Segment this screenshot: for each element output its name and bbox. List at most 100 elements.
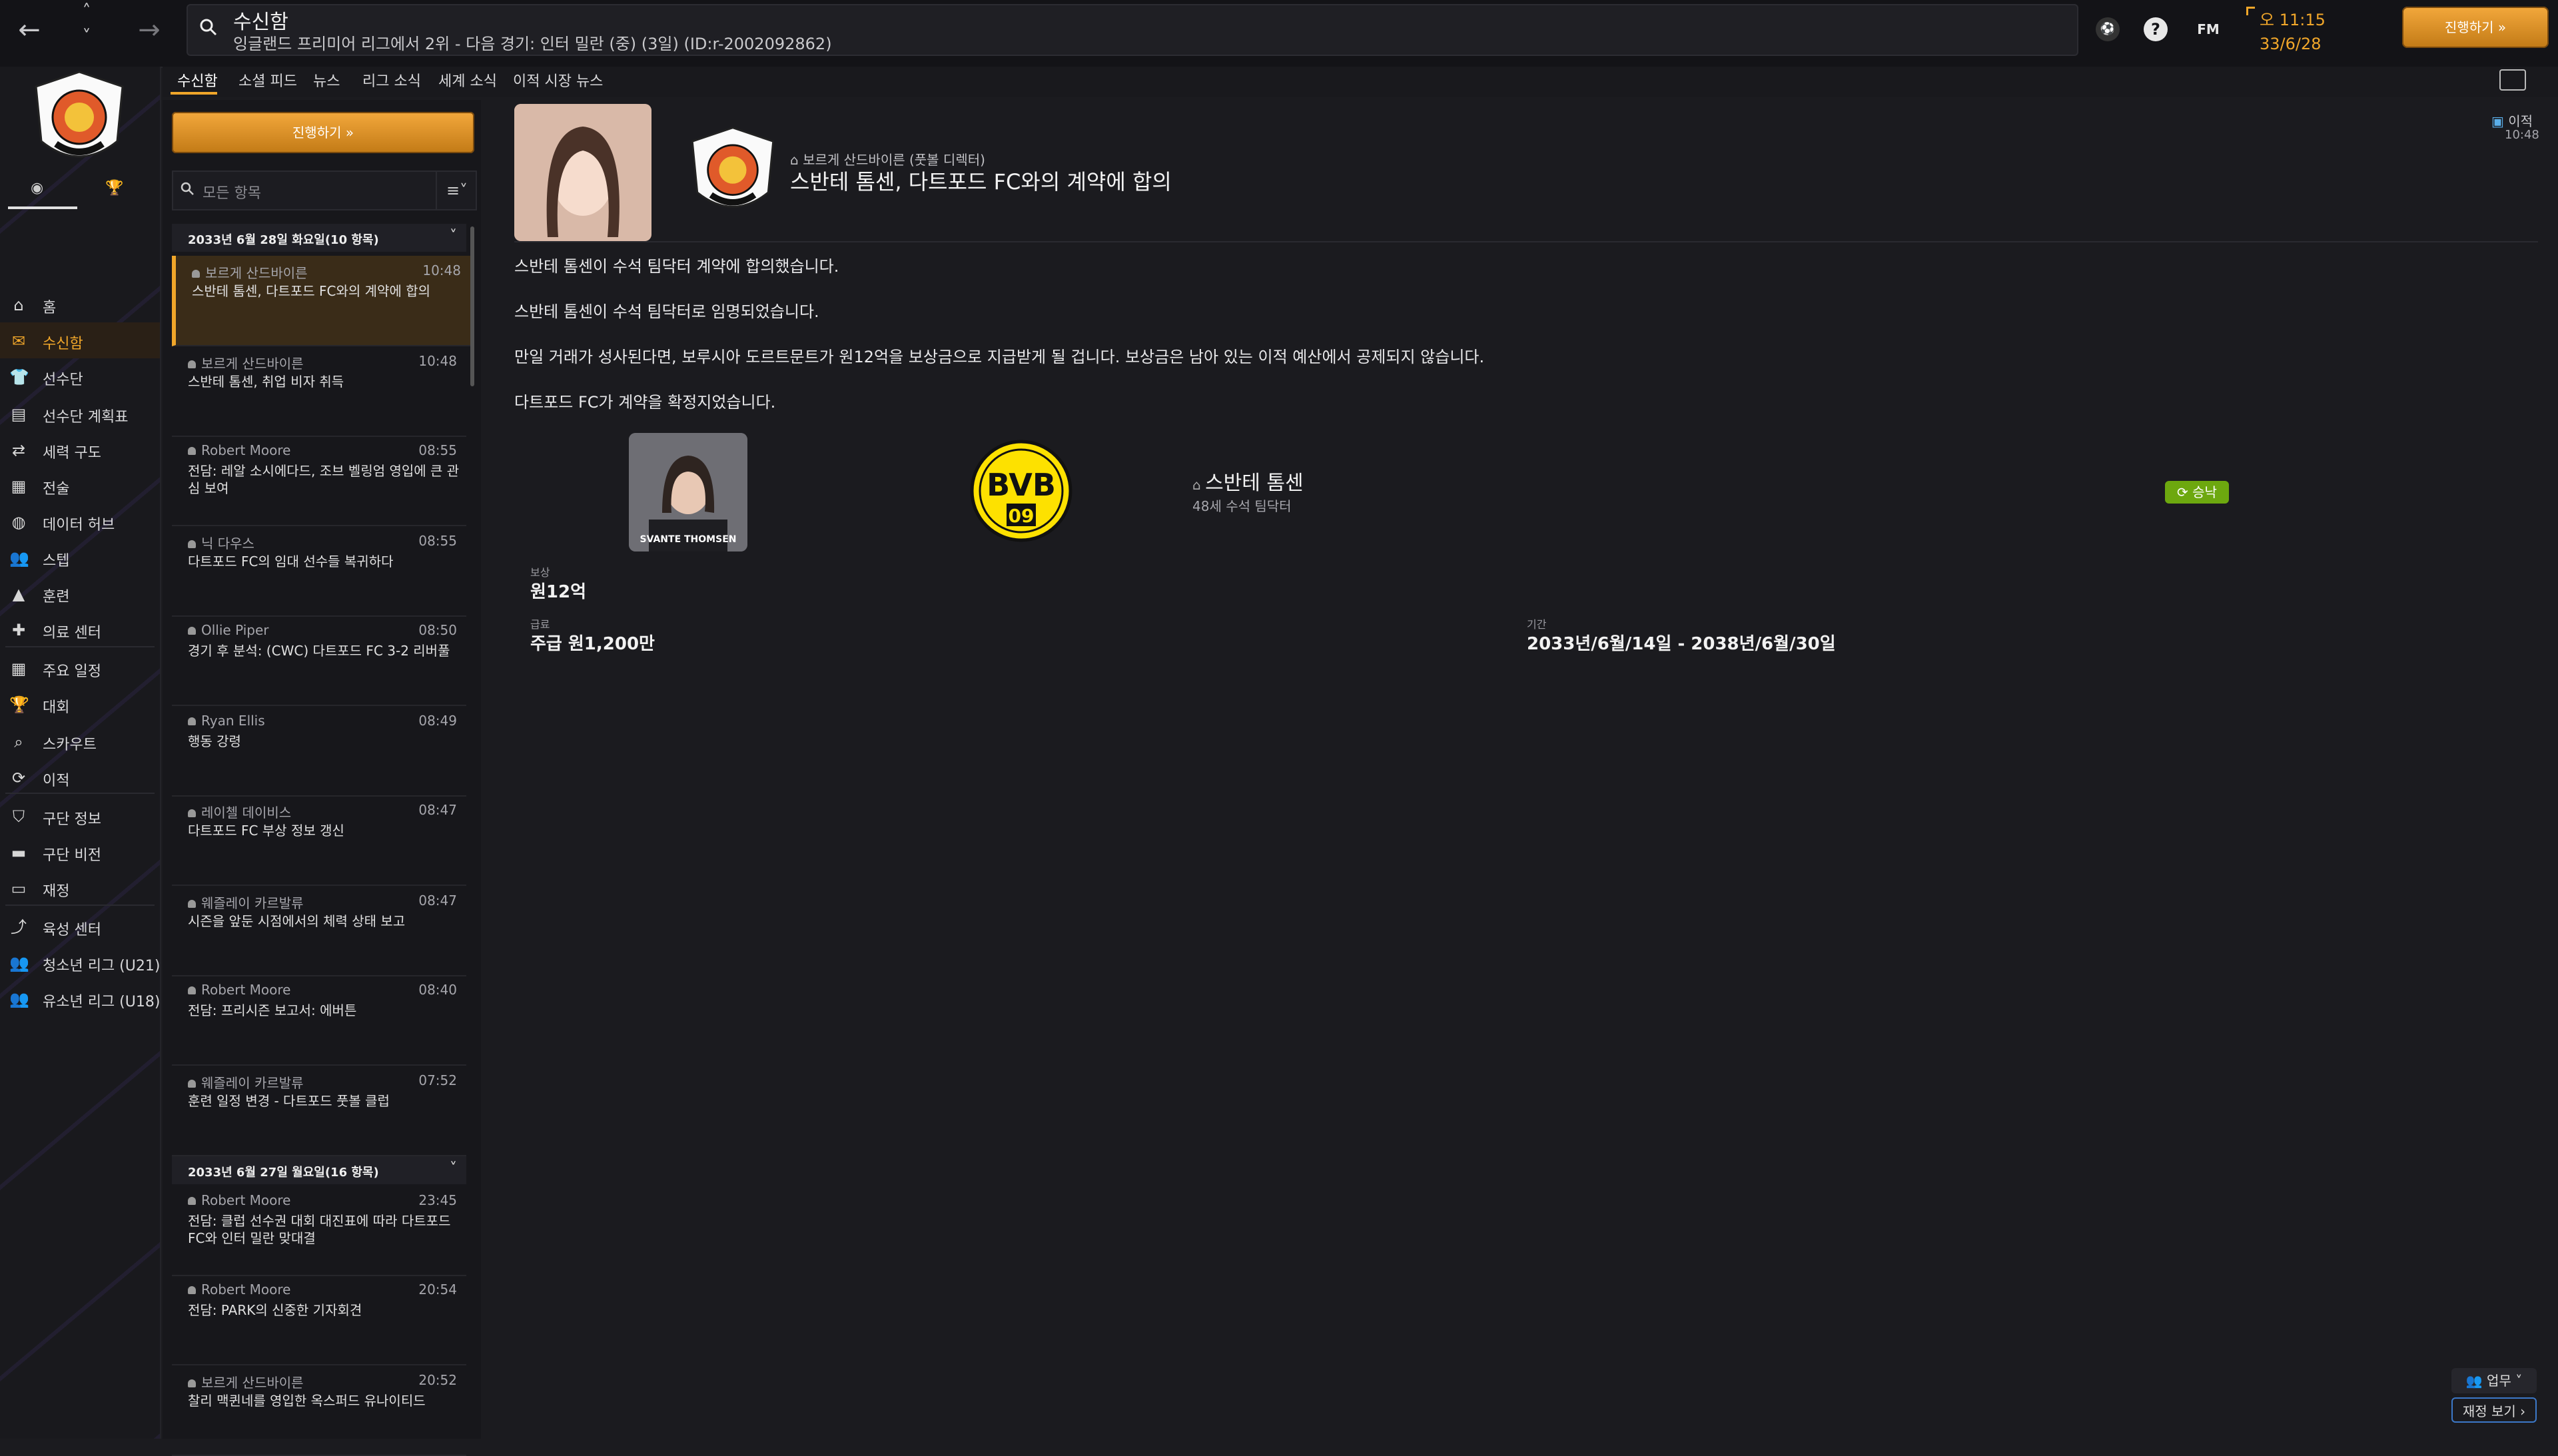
game-clock[interactable]: 오 11:15 33/6/28: [2260, 8, 2326, 56]
tab-inbox[interactable]: 수신함: [177, 69, 218, 91]
list-item[interactable]: Ryan Ellis 08:49 행동 강령: [172, 706, 466, 797]
bvb-club-logo[interactable]: BVB 09: [970, 440, 1072, 542]
club-crest[interactable]: [29, 67, 129, 173]
date-group-header[interactable]: 2033년 6월 27일 월요일(16 항목) ˅: [172, 1156, 466, 1184]
u18-icon: 👥: [9, 990, 29, 1008]
sidebar-divider: [5, 905, 155, 906]
list-item[interactable]: Robert Moore 08:55 전담: 레알 소시에다드, 조브 벨링엄 영입…: [172, 436, 466, 526]
message-sender: Ryan Ellis: [188, 713, 265, 729]
person-icon: [188, 809, 196, 817]
page-subtitle: 잉글랜드 프리미어 리그에서 2위 - 다음 경기: 인터 밀란 (중) (3일…: [233, 35, 832, 53]
sidebar-item-development[interactable]: ⤴ 육성 센터: [0, 909, 160, 944]
list-item[interactable]: 닉 다우스 08:55 다트포드 FC의 임대 선수들 복귀하다: [172, 526, 466, 617]
person-icon: [188, 447, 196, 455]
list-item[interactable]: 웨즐레이 카르발류 07:52 훈련 일정 변경 - 다트포드 풋볼 클럽: [172, 1066, 466, 1156]
list-continue-button[interactable]: 진행하기 »: [172, 112, 474, 153]
sidebar-item-u18[interactable]: 👥 유소년 리그 (U18): [0, 980, 160, 1016]
sidebar-item-squad[interactable]: 👕 선수단: [0, 358, 160, 394]
list-item[interactable]: 보르게 산드바이른 20:52 찰리 맥퀸네를 영입한 옥스퍼드 유나이티드: [172, 1365, 466, 1456]
sidebar-item-finance[interactable]: ▭ 재정: [0, 870, 160, 906]
trophy-tab-icon[interactable]: 🏆: [105, 180, 123, 196]
person-icon: [188, 1080, 196, 1088]
sidebar-item-club-vision[interactable]: ▬ 구단 비전: [0, 834, 160, 870]
search-icon[interactable]: [200, 19, 217, 36]
staff-photo[interactable]: SVANTE THOMSEN: [629, 433, 747, 551]
medical-icon: ✚: [11, 621, 26, 639]
chevron-down-icon[interactable]: ˅: [67, 27, 107, 47]
chevron-down-icon[interactable]: ˅: [450, 228, 457, 244]
message-sender: Robert Moore: [188, 982, 290, 998]
club-crest-icon[interactable]: [686, 123, 779, 222]
staff-photo-caption: SVANTE THOMSEN: [640, 534, 737, 545]
view-finance-button[interactable]: 재정 보기 ›: [2451, 1397, 2537, 1423]
message-sender-name: 보르게 산드바이른: [201, 1375, 304, 1391]
game-time: 오 11:15: [2260, 11, 2326, 29]
chevron-up-icon[interactable]: ˄: [67, 1, 107, 21]
sender-avatar[interactable]: [514, 104, 651, 241]
fm-logo[interactable]: FM: [2192, 17, 2225, 41]
person-icon: ⌂: [1192, 477, 1206, 493]
sidebar-item-data-hub[interactable]: ◍ 데이터 허브: [0, 504, 160, 540]
list-item[interactable]: 웨즐레이 카르발류 08:47 시즌을 앞둔 시점에서의 체력 상태 보고: [172, 886, 466, 976]
sidebar-item-transfer[interactable]: ⟳ 이적: [0, 759, 160, 795]
tab-world-news[interactable]: 세계 소식: [438, 69, 497, 91]
message-sender: 보르게 산드바이른: [188, 353, 304, 372]
sidebar-item-staff[interactable]: 👥 스텝: [0, 540, 160, 575]
duty-label: 업무: [2487, 1373, 2511, 1389]
staff-name[interactable]: ⌂ 스반테 톰센: [1192, 466, 1304, 496]
list-item[interactable]: Robert Moore 08:40 전담: 프리시즌 보고서: 에버튼: [172, 975, 466, 1066]
list-item[interactable]: 레이첼 데이비스 08:47 다트포드 FC 부상 정보 갱신: [172, 795, 466, 886]
period-label: 기간: [1527, 618, 1547, 631]
chevron-down-icon[interactable]: ˅: [450, 1160, 457, 1177]
tab-league-news[interactable]: 리그 소식: [362, 69, 421, 91]
list-item[interactable]: 보르게 산드바이른 10:48 스반테 톰센, 다트포드 FC와의 계약에 합의: [172, 256, 470, 346]
sidebar-item-label: 데이터 허브: [43, 517, 115, 534]
tab-news[interactable]: 뉴스: [313, 69, 340, 91]
list-item[interactable]: 보르게 산드바이른 10:48 스반테 톰센, 취업 비자 취득: [172, 346, 466, 437]
body-paragraph: 다트포드 FC가 계약을 확정지었습니다.: [514, 393, 776, 412]
sidebar-item-training[interactable]: ▲ 훈련: [0, 575, 160, 611]
club-crest-small-icon[interactable]: ◉: [31, 180, 43, 196]
chevron-down-icon: ˅: [2511, 1373, 2523, 1389]
sidebar-item-plan[interactable]: ▤ 선수단 계획표: [0, 396, 160, 432]
forward-arrow-icon[interactable]: →: [129, 15, 169, 45]
sidebar-item-medical[interactable]: ✚ 의료 센터: [0, 611, 160, 647]
search-input[interactable]: 모든 항목: [203, 181, 261, 202]
list-continue-label: 진행하기: [292, 125, 342, 141]
finance-icon: ▭: [11, 879, 27, 898]
list-scrollbar[interactable]: [470, 226, 474, 386]
message-subject: 스반테 톰센, 다트포드 FC와의 계약에 합의: [192, 283, 431, 299]
sidebar-item-club-info[interactable]: ⛉ 구단 정보: [0, 798, 160, 834]
sidebar-item-dynamics[interactable]: ⇄ 세력 구도: [0, 432, 160, 468]
message-time: 07:52: [418, 1072, 457, 1088]
sidebar-item-scout[interactable]: ⌕ 스카우트: [0, 723, 160, 759]
continue-label: 진행하기: [2444, 19, 2494, 35]
list-item[interactable]: Ollie Piper 08:50 경기 후 분석: (CWC) 다트포드 FC 3…: [172, 615, 466, 706]
sidebar-item-inbox[interactable]: ✉ 수신함: [0, 322, 160, 358]
duty-button[interactable]: 👥 업무 ˅: [2451, 1368, 2537, 1393]
newspaper-icon[interactable]: [2499, 69, 2526, 91]
person-icon: [188, 1379, 196, 1387]
sidebar-item-label: 청소년 리그 (U21): [43, 958, 161, 974]
tab-transfer-news[interactable]: 이적 시장 뉴스: [513, 69, 603, 91]
message-sender-name: 레이첼 데이비스: [201, 805, 292, 821]
tab-social-feed[interactable]: 소셜 피드: [238, 69, 297, 91]
sidebar-item-tactics[interactable]: ▦ 전술: [0, 468, 160, 504]
back-arrow-icon[interactable]: ←: [9, 15, 49, 45]
list-item[interactable]: Robert Moore 23:45 전담: 클럽 선수권 대회 대진표에 따라 다…: [172, 1186, 466, 1276]
sidebar-item-u21[interactable]: 👥 청소년 리그 (U21): [0, 944, 160, 980]
date-group-header[interactable]: 2033년 6월 28일 화요일(10 항목) ˅: [172, 224, 466, 252]
filter-icon[interactable]: ≡˅: [436, 172, 477, 209]
sidebar-item-home[interactable]: ⌂ 홈: [0, 286, 160, 322]
message-subject: 시즌을 앞둔 시점에서의 체력 상태 보고: [188, 913, 406, 929]
sidebar-item-calendar[interactable]: ▦ 주요 일정: [0, 650, 160, 686]
continue-button[interactable]: 진행하기 »: [2402, 7, 2549, 48]
bvb-logo-text: BVB: [987, 467, 1056, 503]
sidebar-item-trophy[interactable]: 🏆 대회: [0, 686, 160, 722]
help-icon[interactable]: ?: [2144, 17, 2168, 41]
message-time: 08:55: [418, 442, 457, 458]
message-subject: 경기 후 분석: (CWC) 다트포드 FC 3-2 리버풀: [188, 643, 450, 659]
compensation-value: 원12억: [530, 582, 587, 602]
list-item[interactable]: Robert Moore 20:54 전담: PARK의 신중한 기자회견: [172, 1275, 466, 1365]
ball-icon[interactable]: ⚽: [2096, 17, 2120, 41]
